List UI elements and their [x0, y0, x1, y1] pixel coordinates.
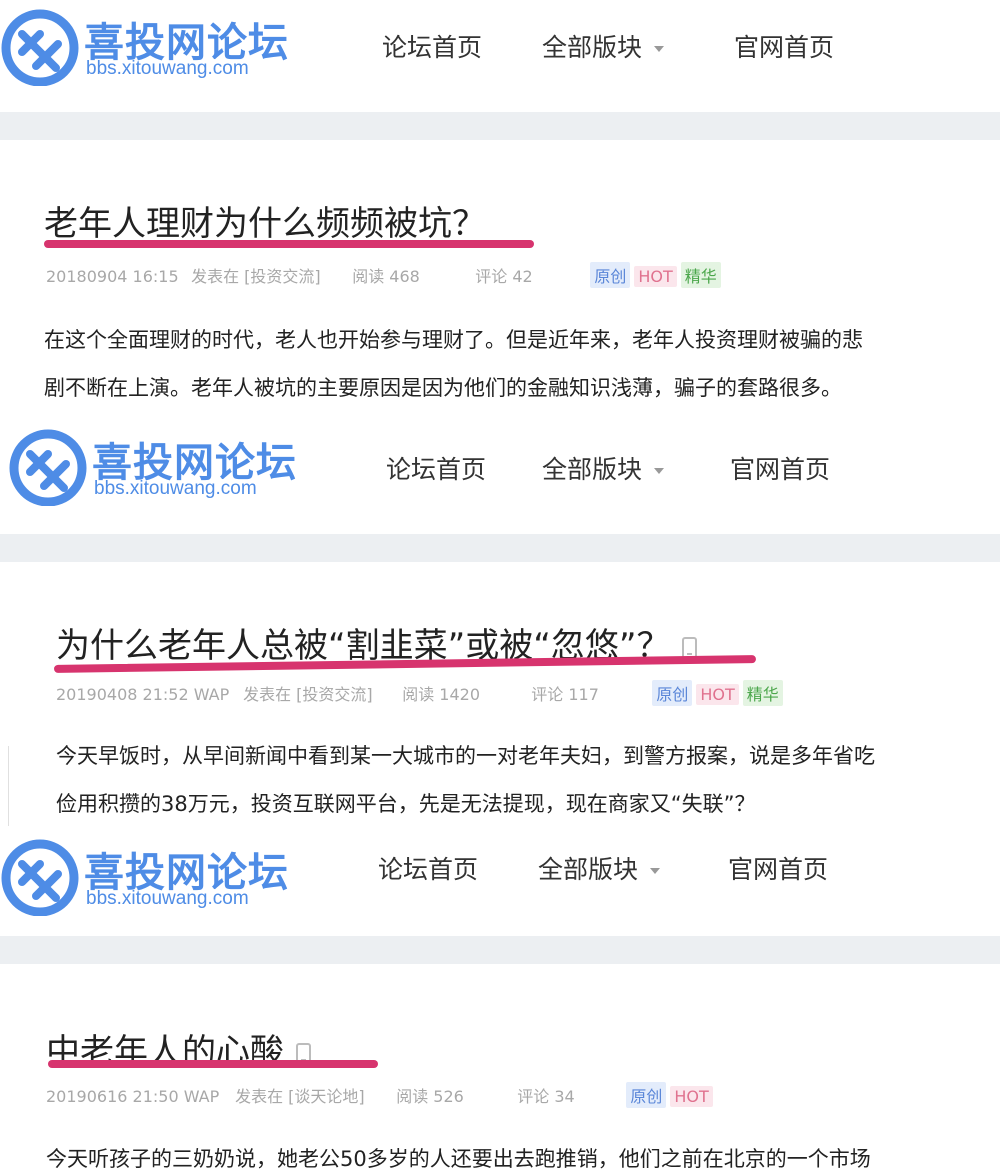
post-excerpt: 今天早饭时，从早间新闻中看到某一大城市的一对老年夫妇，到警方报案，说是多年省吃 …: [56, 732, 875, 828]
nav-all-sections[interactable]: 全部版块: [538, 850, 661, 886]
nav-all-sections[interactable]: 全部版块: [542, 28, 665, 64]
title-highlight-underline: [44, 240, 534, 248]
post-meta: 20190408 21:52 WAP 发表在 [投资交流] 阅读 1420 评论…: [56, 680, 787, 706]
badge-original: 原创: [652, 680, 693, 706]
screenshot-panel-2: 喜投网论坛 bbs.xitouwang.com 论坛首页 全部版块 官网首页 为…: [0, 420, 1000, 830]
post-excerpt: 在这个全面理财的时代，老人也开始参与理财了。但是近年来，老年人投资理财被骗的悲 …: [44, 316, 863, 412]
badge-hot: HOT: [670, 1086, 713, 1107]
post-meta: 20190616 21:50 WAP 发表在 [谈天论地] 阅读 526 评论 …: [46, 1082, 717, 1108]
nav-forum-home[interactable]: 论坛首页: [386, 450, 486, 486]
post-board-link[interactable]: 发表在 [谈天论地]: [235, 1083, 391, 1107]
post-comment-count: 评论 34: [517, 1087, 575, 1106]
post-comment-count: 评论 117: [531, 685, 599, 704]
nav-forum-home[interactable]: 论坛首页: [382, 28, 482, 64]
left-edge-strip: [0, 746, 9, 826]
post-excerpt-line: 剧不断在上演。老年人被坑的主要原因是因为他们的金融知识浅薄，骗子的套路很多。: [44, 376, 842, 400]
chevron-down-icon: [654, 468, 665, 474]
nav-all-sections-label: 全部版块: [538, 855, 639, 884]
site-header: 喜投网论坛 bbs.xitouwang.com 论坛首页 全部版块 官网首页: [0, 420, 1000, 530]
screenshot-panel-3: 喜投网论坛 bbs.xitouwang.com 论坛首页 全部版块 官网首页 中…: [0, 830, 1000, 1173]
nav-all-sections-label: 全部版块: [542, 33, 643, 62]
section-divider: [0, 936, 1000, 964]
section-divider: [0, 112, 1000, 140]
post-read-count: 阅读 526: [396, 1087, 464, 1106]
screenshot-panel-1: 喜投网论坛 bbs.xitouwang.com 论坛首页 全部版块 官网首页 老…: [0, 0, 1000, 420]
badge-original: 原创: [626, 1082, 667, 1108]
section-divider: [0, 534, 1000, 562]
nav-official-home[interactable]: 官网首页: [728, 850, 828, 886]
badge-hot: HOT: [696, 684, 739, 705]
post-read-count: 阅读 468: [352, 267, 420, 286]
title-highlight-underline: [48, 1060, 378, 1068]
site-header: 喜投网论坛 bbs.xitouwang.com 论坛首页 全部版块 官网首页: [0, 0, 1000, 110]
nav-all-sections[interactable]: 全部版块: [542, 450, 665, 486]
post-date: 20190616 21:50 WAP: [46, 1087, 220, 1106]
post-board-link[interactable]: 发表在 [投资交流]: [243, 681, 397, 705]
logo-url: bbs.xitouwang.com: [86, 888, 249, 909]
post-read-count: 阅读 1420: [402, 685, 480, 704]
badge-featured: 精华: [680, 262, 721, 288]
nav-forum-home[interactable]: 论坛首页: [378, 850, 478, 886]
post-board-link[interactable]: 发表在 [投资交流]: [191, 263, 347, 287]
post-excerpt: 今天听孩子的三奶奶说，她老公50多岁的人还要出去跑推销，他们之前在北京的一个市场: [46, 1135, 871, 1173]
nav-official-home[interactable]: 官网首页: [730, 450, 830, 486]
nav-all-sections-label: 全部版块: [542, 455, 643, 484]
site-header: 喜投网论坛 bbs.xitouwang.com 论坛首页 全部版块 官网首页: [0, 830, 1000, 940]
post-excerpt-line: 俭用积攒的38万元，投资互联网平台，先是无法提现，现在商家又“失联”？: [56, 792, 756, 816]
chevron-down-icon: [654, 46, 665, 52]
main-nav: 论坛首页 全部版块 官网首页: [0, 28, 1000, 64]
badge-original: 原创: [590, 262, 631, 288]
post-excerpt-line: 今天早饭时，从早间新闻中看到某一大城市的一对老年夫妇，到警方报案，说是多年省吃: [56, 744, 875, 768]
post-excerpt-line: 今天听孩子的三奶奶说，她老公50多岁的人还要出去跑推销，他们之前在北京的一个市场: [46, 1147, 871, 1171]
chevron-down-icon: [650, 868, 661, 874]
post-excerpt-line: 在这个全面理财的时代，老人也开始参与理财了。但是近年来，老年人投资理财被骗的悲: [44, 328, 863, 352]
nav-official-home[interactable]: 官网首页: [734, 28, 834, 64]
post-meta: 20180904 16:15 发表在 [投资交流] 阅读 468 评论 42 原…: [46, 262, 725, 288]
main-nav: 论坛首页 全部版块 官网首页: [0, 450, 1000, 486]
post-date: 20180904 16:15: [46, 267, 179, 286]
post-title[interactable]: 老年人理财为什么频频被坑？: [44, 196, 486, 245]
post-comment-count: 评论 42: [475, 267, 533, 286]
badge-hot: HOT: [634, 266, 677, 287]
main-nav: 论坛首页 全部版块 官网首页: [0, 850, 1000, 886]
post-date: 20190408 21:52 WAP: [56, 685, 230, 704]
badge-featured: 精华: [742, 680, 783, 706]
